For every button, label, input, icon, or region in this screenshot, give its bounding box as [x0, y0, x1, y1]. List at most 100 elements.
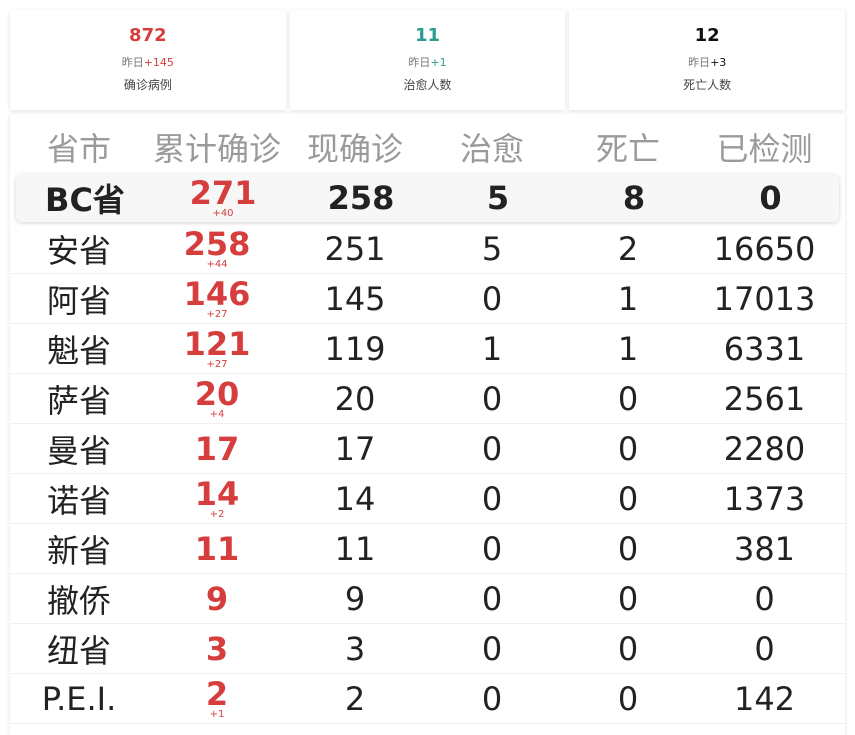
- row-recovered: 0: [481, 429, 503, 468]
- row-tested: 1373: [723, 479, 806, 518]
- row-tested: 0: [754, 629, 775, 668]
- confirmed-delta: +4: [209, 408, 225, 420]
- confirmed-label: 确诊病例: [123, 78, 172, 92]
- header-confirmed[interactable]: 累计确诊: [148, 124, 286, 170]
- row-tested: 17013: [713, 279, 816, 318]
- row-current: 251: [324, 229, 386, 268]
- deaths-delta: +3: [710, 56, 727, 69]
- row-deaths: 0: [617, 679, 639, 718]
- recovered-delta: +1: [430, 56, 447, 69]
- confirmed-delta: +44: [206, 258, 228, 270]
- table-row[interactable]: 魁省 121 +27 119 1 1 6331: [10, 324, 845, 374]
- recovered-card: 11 昨日+1 治愈人数: [289, 10, 566, 110]
- row-recovered: 5: [486, 179, 510, 217]
- recovered-total: 11: [414, 25, 441, 46]
- table-row[interactable]: P.E.I. 2 +1 2 0 0 142: [10, 674, 845, 724]
- header-province[interactable]: 省市: [10, 124, 148, 170]
- row-tested: 0: [759, 179, 782, 217]
- row-confirmed: 271 +40: [154, 177, 292, 219]
- row-current: 20: [334, 379, 376, 418]
- table-row[interactable]: 萨省 20 +4 20 0 0 2561: [10, 374, 845, 424]
- row-deaths: 0: [617, 629, 639, 668]
- row-confirmed: 9: [148, 574, 286, 624]
- deaths-card: 12 昨日+3 死亡人数: [569, 10, 846, 110]
- province-table: 省市 累计确诊 现确诊 治愈 死亡 已检测 BC省 271 +40 258 5 …: [10, 114, 845, 735]
- row-tested: 381: [733, 529, 796, 568]
- recovered-label: 治愈人数: [403, 78, 452, 92]
- row-current: 9: [344, 579, 366, 618]
- confirmed-value: 258: [183, 224, 251, 263]
- row-tested: 142: [733, 679, 796, 718]
- row-tested: 0: [754, 579, 775, 618]
- row-recovered: 5: [481, 229, 503, 268]
- table-row-highlight[interactable]: BC省 271 +40 258 5 8 0: [16, 174, 839, 222]
- confirmed-delta: +145: [143, 56, 174, 69]
- deaths-label: 死亡人数: [683, 78, 732, 92]
- row-name: 阿省: [46, 281, 111, 320]
- row-current: 17: [334, 429, 376, 468]
- table-row[interactable]: 纽省 3 3 0 0 0: [10, 624, 845, 674]
- table-row[interactable]: 安省 258 +44 251 5 2 16650: [10, 224, 845, 274]
- header-deaths[interactable]: 死亡: [560, 124, 696, 170]
- confirmed-value: 271: [189, 174, 257, 212]
- row-confirmed: 3: [148, 624, 286, 674]
- row-name: 萨省: [46, 381, 111, 420]
- row-deaths: 8: [622, 179, 646, 217]
- row-recovered: 0: [481, 629, 503, 668]
- deaths-delta-line: 昨日+3: [688, 54, 726, 70]
- confirmed-value: 14: [194, 474, 240, 513]
- row-recovered: 1: [481, 329, 503, 368]
- row-tested: 6331: [723, 329, 806, 368]
- row-tested: 2561: [723, 379, 806, 418]
- row-recovered: 0: [481, 679, 503, 718]
- row-tested: 16650: [713, 229, 816, 268]
- row-current: 119: [324, 329, 386, 368]
- row-current: 258: [327, 179, 395, 217]
- recovered-delta-line: 昨日+1: [408, 54, 446, 70]
- row-current: 2: [344, 679, 366, 718]
- confirmed-delta: +27: [206, 308, 228, 320]
- row-confirmed: 14 +2: [148, 478, 286, 520]
- deaths-total: 12: [694, 25, 720, 46]
- row-name: 安省: [46, 231, 111, 270]
- confirmed-value: 11: [194, 529, 240, 568]
- row-recovered: 0: [481, 479, 503, 518]
- recovered-delta-prefix: 昨日: [408, 56, 431, 69]
- row-recovered: 0: [481, 579, 503, 618]
- header-current[interactable]: 现确诊: [286, 124, 424, 170]
- confirmed-value: 3: [205, 629, 229, 668]
- row-name: 纽省: [46, 631, 111, 670]
- confirmed-card: 872 昨日+145 确诊病例: [10, 10, 286, 110]
- row-deaths: 0: [617, 579, 639, 618]
- confirmed-delta: +2: [209, 508, 225, 520]
- confirmed-delta: +40: [212, 208, 234, 219]
- confirmed-delta-prefix: 昨日: [121, 56, 144, 69]
- row-confirmed: 121 +27: [148, 328, 286, 370]
- row-name: 诺省: [46, 481, 111, 520]
- confirmed-total: 872: [129, 25, 167, 46]
- row-deaths: 2: [617, 229, 639, 268]
- row-name: 魁省: [46, 331, 111, 370]
- confirmed-value: 121: [183, 324, 251, 363]
- row-current: 14: [334, 479, 376, 518]
- summary-cards: 872 昨日+145 确诊病例 11 昨日+1 治愈人数 12 昨日+3 死亡人…: [10, 10, 846, 110]
- row-name: 曼省: [46, 431, 111, 470]
- row-confirmed: 11: [148, 524, 286, 574]
- table-row[interactable]: 诺省 14 +2 14 0 0 1373: [10, 474, 845, 524]
- table-row[interactable]: 阿省 146 +27 145 0 1 17013: [10, 274, 845, 324]
- row-deaths: 0: [617, 379, 639, 418]
- row-recovered: 0: [481, 379, 503, 418]
- table-row[interactable]: 曼省 17 17 0 0 2280: [10, 424, 845, 474]
- header-tested[interactable]: 已检测: [696, 124, 833, 170]
- row-recovered: 0: [481, 529, 503, 568]
- table-row[interactable]: 撤侨 9 9 0 0 0: [10, 574, 845, 624]
- row-confirmed: 20 +4: [148, 378, 286, 420]
- row-deaths: 0: [617, 479, 639, 518]
- row-deaths: 0: [617, 529, 639, 568]
- table-row[interactable]: 新省 11 11 0 0 381: [10, 524, 845, 574]
- deaths-delta-prefix: 昨日: [688, 56, 711, 69]
- row-confirmed: 146 +27: [148, 278, 286, 320]
- row-name: 新省: [46, 531, 111, 570]
- header-recovered[interactable]: 治愈: [424, 124, 560, 170]
- row-current: 145: [324, 279, 386, 318]
